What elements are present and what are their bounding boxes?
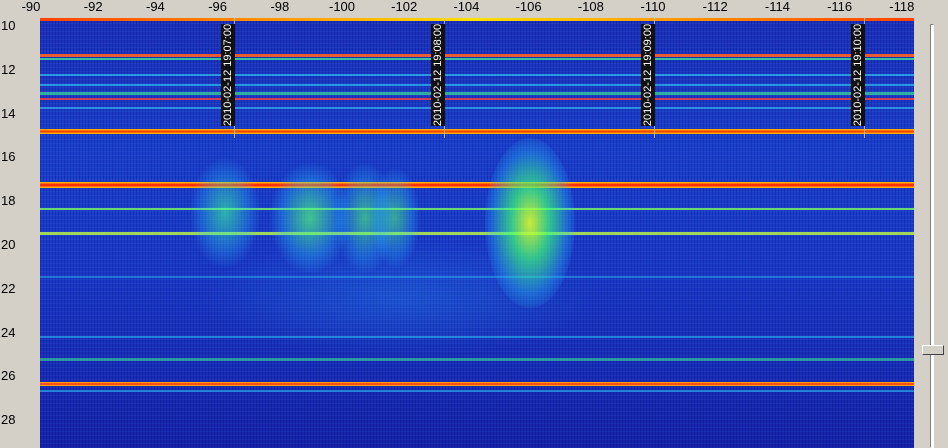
x-tick-label: -96 bbox=[208, 0, 227, 14]
band-line bbox=[40, 54, 914, 57]
waterfall-plot[interactable]: 2010-02-12 19:07:00 2010-02-12 19:08:00 … bbox=[40, 18, 914, 448]
timestamp-label: 2010-02-12 19:07:00 bbox=[221, 24, 235, 126]
band-line bbox=[40, 208, 914, 210]
y-tick-label: 28 bbox=[1, 412, 16, 428]
band-line bbox=[40, 84, 914, 86]
y-tick-label: 14 bbox=[1, 105, 16, 121]
x-tick-label: -94 bbox=[145, 0, 165, 14]
band-line bbox=[40, 232, 914, 235]
signal-blob bbox=[190, 158, 260, 268]
strong-band bbox=[40, 382, 914, 386]
x-tick-label: -108 bbox=[577, 0, 604, 14]
x-tick-label: -118 bbox=[889, 0, 915, 14]
y-tick-label: 18 bbox=[1, 193, 16, 209]
y-tick-label: 20 bbox=[1, 237, 16, 252]
band-line bbox=[40, 107, 914, 109]
timestamp-text: 2010-02-12 19:07:00 bbox=[222, 23, 234, 127]
y-tick-label: 22 bbox=[1, 280, 16, 296]
x-tick-label: -110 bbox=[640, 0, 666, 14]
y-tick-label: 16 bbox=[1, 149, 16, 165]
y-tick-label: 12 bbox=[1, 61, 16, 77]
x-tick-label: -90 bbox=[21, 0, 41, 14]
y-axis: 10 12 14 16 18 20 22 24 26 28 bbox=[0, 18, 40, 448]
x-axis: -90 -92 -94 -96 -98 -100 -102 -104 -106 -108 -110 -… bbox=[0, 0, 920, 18]
vertical-slider[interactable] bbox=[914, 18, 948, 448]
y-tick-label: 26 bbox=[1, 368, 16, 384]
signal-blob bbox=[200, 238, 600, 358]
top-band bbox=[40, 18, 914, 21]
timestamp-label: 2010-02-12 19:08:00 bbox=[431, 24, 445, 126]
band-line bbox=[40, 98, 914, 100]
y-tick-label: 10 bbox=[1, 18, 16, 33]
x-tick-label: -106 bbox=[515, 0, 542, 14]
band-line bbox=[40, 390, 914, 392]
slider-track[interactable] bbox=[930, 24, 934, 448]
waterfall-display: -90 -92 -94 -96 -98 -100 -102 -104 -106 -108 -110 -… bbox=[0, 0, 948, 448]
timestamp-text: 2010-02-12 19:08:00 bbox=[432, 23, 444, 127]
strong-band bbox=[40, 182, 914, 188]
x-tick-label: -114 bbox=[764, 0, 790, 14]
timestamp-label: 2010-02-12 19:09:00 bbox=[641, 24, 655, 126]
y-tick-label: 24 bbox=[1, 324, 16, 340]
x-tick-label: -98 bbox=[270, 0, 290, 14]
x-tick-label: -92 bbox=[83, 0, 103, 14]
timestamp-label: 2010-02-12 19:10:00 bbox=[851, 24, 865, 126]
band-line bbox=[40, 58, 914, 60]
x-tick-label: -104 bbox=[453, 0, 480, 14]
band-line bbox=[40, 92, 914, 95]
x-tick-label: -100 bbox=[328, 0, 356, 14]
timestamp-text: 2010-02-12 19:10:00 bbox=[852, 23, 864, 127]
band-line bbox=[40, 358, 914, 361]
band-line bbox=[40, 74, 914, 76]
timestamp-text: 2010-02-12 19:09:00 bbox=[642, 23, 654, 127]
slider-thumb[interactable] bbox=[922, 345, 944, 356]
x-tick-label: -116 bbox=[827, 0, 853, 14]
x-tick-label: -102 bbox=[391, 0, 418, 14]
x-tick-label: -112 bbox=[702, 0, 728, 14]
strong-band bbox=[40, 129, 914, 134]
